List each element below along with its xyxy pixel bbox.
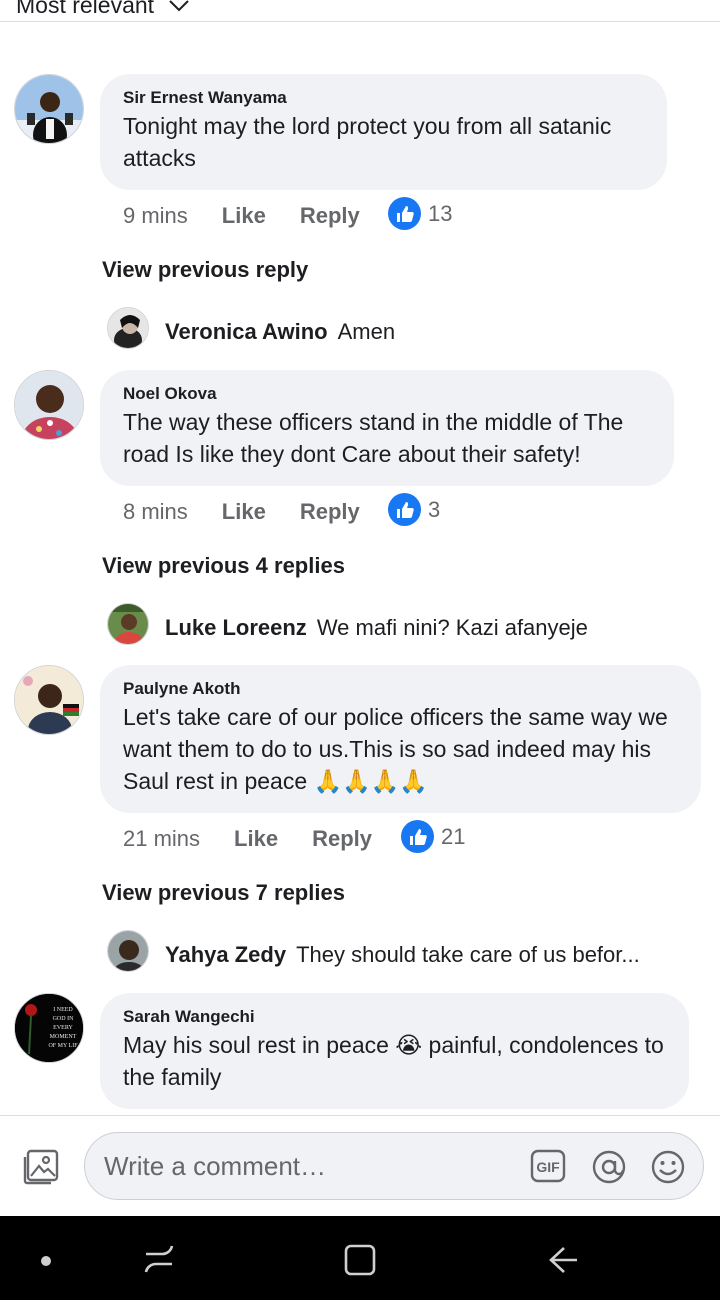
like-button[interactable]: Like — [222, 203, 266, 229]
comment-time[interactable]: 21 mins — [123, 826, 200, 852]
reply-button[interactable]: Reply — [300, 203, 360, 229]
comment-bubble[interactable]: Sir Ernest Wanyama Tonight may the lord … — [100, 74, 667, 190]
avatar[interactable] — [14, 665, 84, 735]
thumbs-up-icon — [388, 197, 421, 230]
reply-preview[interactable]: Luke Loreenz We mafi nini? Kazi afanyeje — [165, 615, 588, 641]
sort-label: Most relevant — [16, 0, 155, 18]
reply-button[interactable]: Reply — [312, 826, 372, 852]
reply-button[interactable]: Reply — [300, 499, 360, 525]
chevron-down-icon — [169, 0, 189, 11]
comment-text: Let's take care of our police officers t… — [123, 704, 668, 794]
comment-author[interactable]: Paulyne Akoth — [123, 679, 679, 699]
comment-text: The way these officers stand in the midd… — [123, 409, 624, 467]
reaction-count[interactable]: 3 — [388, 493, 440, 526]
photo-button[interactable] — [22, 1149, 60, 1190]
home-icon[interactable] — [343, 1243, 377, 1282]
reaction-count[interactable]: 13 — [388, 197, 452, 230]
like-button[interactable]: Like — [234, 826, 278, 852]
reply-author[interactable]: Luke Loreenz — [165, 615, 307, 640]
comment-time[interactable]: 9 mins — [123, 203, 188, 229]
comment-composer: Write a comment… GIF — [0, 1115, 720, 1216]
reply-text: Amen — [337, 319, 396, 344]
view-previous-replies[interactable]: View previous 4 replies — [102, 553, 345, 579]
reply-text: We mafi nini? Kazi afanyeje — [316, 615, 588, 640]
reaction-count[interactable]: 21 — [401, 820, 465, 853]
emoji-button[interactable] — [650, 1149, 686, 1190]
gif-icon: GIF — [530, 1149, 566, 1183]
comment-bubble[interactable]: Noel Okova The way these officers stand … — [100, 370, 674, 486]
reaction-number: 13 — [428, 200, 453, 226]
smiley-icon — [651, 1150, 685, 1184]
comment-input[interactable]: Write a comment… GIF — [84, 1132, 704, 1200]
avatar[interactable] — [14, 74, 84, 144]
reply-author[interactable]: Veronica Awino — [165, 319, 328, 344]
gif-button[interactable]: GIF — [530, 1149, 566, 1188]
comment-author[interactable]: Sir Ernest Wanyama — [123, 88, 645, 108]
top-bar: Most relevant — [0, 0, 720, 22]
reply-author[interactable]: Yahya Zedy — [165, 942, 286, 967]
reaction-number: 3 — [428, 496, 441, 522]
view-previous-replies[interactable]: View previous reply — [102, 257, 308, 283]
comment-placeholder: Write a comment… — [104, 1151, 327, 1181]
recents-icon[interactable] — [142, 1242, 176, 1281]
comment-text: May his soul rest in peace 😭 painful, co… — [123, 1032, 664, 1090]
like-button[interactable]: Like — [222, 499, 266, 525]
avatar-text: I NEED GOD IN EVERY MOMENT OF MY LIF — [48, 1007, 78, 1049]
back-icon[interactable] — [546, 1243, 580, 1282]
avatar[interactable] — [107, 930, 149, 972]
avatar[interactable] — [14, 370, 84, 440]
mention-button[interactable] — [591, 1149, 627, 1190]
svg-text:GIF: GIF — [536, 1159, 560, 1175]
comment-time[interactable]: 8 mins — [123, 499, 188, 525]
comment-actions: 21 mins Like Reply — [123, 819, 372, 859]
comment-text: Tonight may the lord protect you from al… — [123, 113, 612, 171]
sort-dropdown[interactable]: Most relevant — [16, 0, 190, 19]
at-sign-icon — [592, 1150, 626, 1184]
comment-bubble[interactable]: Sarah Wangechi May his soul rest in peac… — [100, 993, 689, 1109]
view-previous-replies[interactable]: View previous 7 replies — [102, 880, 345, 906]
comment-actions: 8 mins Like Reply — [123, 492, 360, 532]
comment-actions: 9 mins Like Reply — [123, 196, 360, 236]
photo-icon — [23, 1149, 59, 1185]
reply-preview[interactable]: Yahya Zedy They should take care of us be… — [165, 942, 640, 968]
avatar[interactable]: I NEED GOD IN EVERY MOMENT OF MY LIF — [14, 993, 84, 1063]
comment-author[interactable]: Sarah Wangechi — [123, 1007, 667, 1027]
avatar[interactable] — [107, 603, 149, 645]
system-nav-bar — [0, 1216, 720, 1300]
comment-bubble[interactable]: Paulyne Akoth Let's take care of our pol… — [100, 665, 701, 813]
reply-preview[interactable]: Veronica Awino Amen — [165, 319, 395, 345]
thumbs-up-icon — [388, 493, 421, 526]
reaction-number: 21 — [441, 823, 466, 849]
avatar[interactable] — [107, 307, 149, 349]
reply-text: They should take care of us befor... — [296, 942, 640, 967]
nav-dot-icon[interactable] — [40, 1254, 52, 1272]
thumbs-up-icon — [401, 820, 434, 853]
comment-author[interactable]: Noel Okova — [123, 384, 652, 404]
